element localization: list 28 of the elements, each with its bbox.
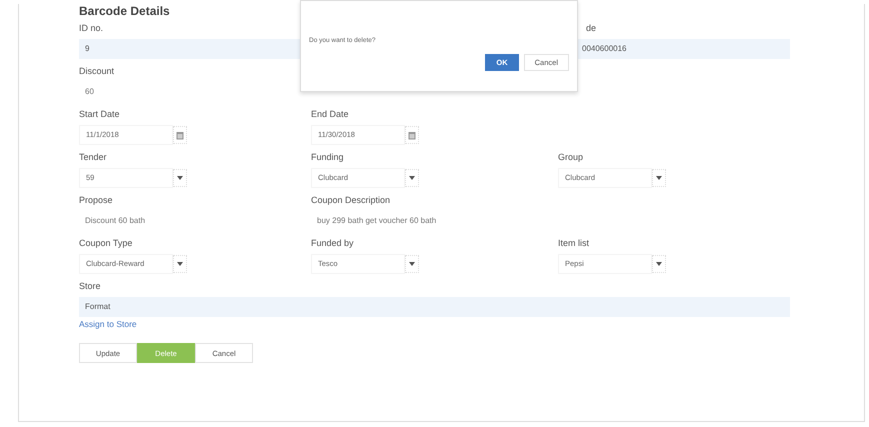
caret-icon[interactable] [405, 255, 419, 273]
field-label: Group [558, 151, 584, 164]
field-label: Tender [79, 151, 108, 164]
field-value: Discount 60 bath [84, 215, 146, 227]
field-label: Coupon Type [79, 237, 134, 250]
field-label: de [585, 22, 598, 35]
assign-link[interactable]: Assign to Store [79, 319, 137, 329]
caret-icon[interactable] [652, 255, 666, 273]
field-value: buy 299 bath get voucher 60 bath [316, 215, 438, 227]
field-label: Start Date [79, 108, 121, 121]
caret-icon[interactable] [652, 169, 666, 187]
caret-icon[interactable] [173, 169, 187, 187]
field-label: ID no. [79, 22, 104, 35]
field-label: Discount [79, 65, 116, 78]
text-field[interactable]: Format [79, 297, 790, 317]
caret-icon[interactable] [173, 255, 187, 273]
field-label: Propose [79, 194, 114, 207]
field-label: Store [79, 280, 102, 293]
caret-icon[interactable] [405, 169, 419, 187]
calendar-icon[interactable] [173, 126, 187, 144]
field-label: Funding [311, 151, 345, 164]
form-title: Barcode Details [79, 4, 171, 18]
field-label: Funded by [311, 237, 355, 250]
field-value: 60 [84, 86, 95, 98]
calendar-icon[interactable] [405, 126, 419, 144]
field-label: Item list [558, 237, 590, 250]
field-label: Coupon Description [311, 194, 392, 207]
field-label: End Date [311, 108, 350, 121]
